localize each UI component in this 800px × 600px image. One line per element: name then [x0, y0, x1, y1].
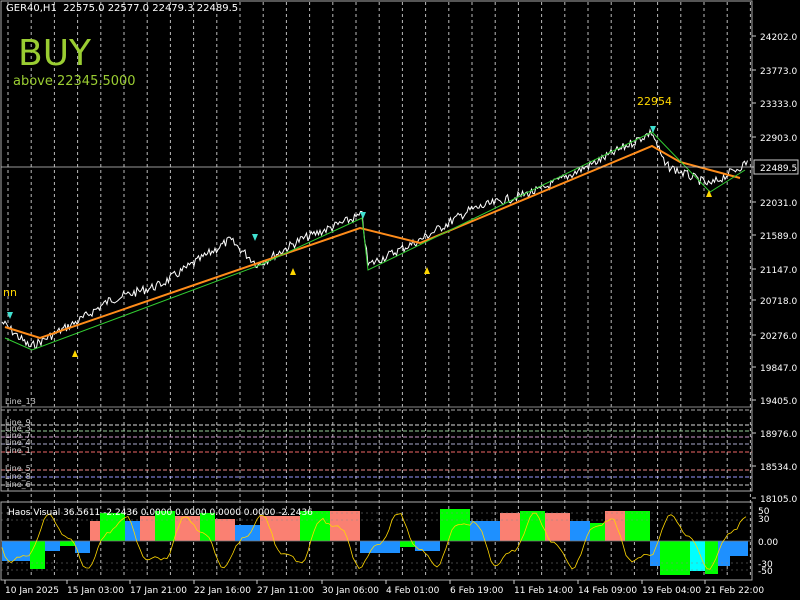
indicator-tick-label: 0.00 [758, 538, 778, 548]
histogram-block [625, 511, 650, 541]
price-tick-label: 24202.0 [760, 33, 797, 43]
indicator-axis-ticks: 50300.00-30-50 [758, 507, 778, 577]
line-label: Line_1 [5, 446, 31, 455]
price-tick-label: 20276.0 [760, 332, 797, 342]
price-tick-label: 21589.0 [760, 232, 797, 242]
histogram-block [520, 511, 545, 541]
price-tick-label: 19405.0 [760, 397, 797, 407]
time-tick-label: 14 Feb 09:00 [578, 586, 637, 596]
time-tick-label: 17 Jan 21:00 [130, 586, 187, 596]
price-line [1, 128, 748, 349]
price-tick-label: 20718.0 [760, 297, 797, 307]
indicator-tick-label: 30 [758, 515, 770, 525]
indicator-header: Haos Visual 36.5611 -2.2436 0.0000 0.000… [8, 508, 313, 518]
time-axis-ticks: 10 Jan 2025 15 Jan 03:00 17 Jan 21:00 22 Ja… [4, 580, 764, 596]
horizontal-levels [1, 409, 752, 486]
time-tick-label: 21 Feb 22:00 [705, 586, 764, 596]
histogram-block [90, 521, 100, 541]
line-label: Line_13 [5, 397, 36, 406]
indicator-histogram [1, 509, 752, 575]
time-tick-label: 4 Feb 01:00 [386, 586, 440, 596]
histogram-block [660, 541, 690, 575]
price-tick-label: 22489.5 [760, 164, 797, 174]
histogram-block [45, 541, 60, 551]
time-tick-label: 11 Feb 14:00 [514, 586, 573, 596]
signal-arrows [7, 126, 712, 357]
histogram-block [360, 541, 400, 553]
symbol-header: GER40,H1 22575.0 22577.0 22479.3 22489.5 [6, 3, 239, 14]
price-tick-label: 18976.0 [760, 430, 797, 440]
histogram-block [30, 541, 45, 569]
time-tick-label: 6 Feb 19:00 [450, 586, 504, 596]
price-tick-label: 22031.0 [760, 199, 797, 209]
price-axis-ticks: 24202.0 23773.0 23333.0 22903.0 22489.5 22031… [1, 33, 799, 505]
histogram-block [730, 541, 748, 556]
histogram-block [690, 541, 705, 571]
peak-price-label: 22954 [637, 95, 672, 108]
price-tick-label: 18105.0 [760, 495, 797, 505]
nn-label: nn [3, 286, 17, 299]
time-tick-label: 30 Jan 06:00 [322, 586, 379, 596]
trend-line [4, 144, 741, 340]
price-tick-label: 22903.0 [760, 134, 797, 144]
histogram-block [500, 513, 520, 541]
histogram-block [570, 521, 590, 541]
time-tick-label: 10 Jan 2025 [5, 586, 59, 596]
time-tick-label: 15 Jan 03:00 [67, 586, 124, 596]
histogram-block [605, 511, 625, 541]
price-tick-label: 21147.0 [760, 266, 797, 276]
line-label: Line_6 [5, 480, 31, 489]
histogram-block [718, 541, 730, 566]
down-arrow-icon [252, 234, 258, 241]
price-tick-label: 18534.0 [760, 463, 797, 473]
signal-subtitle: above 22345.5000 [13, 74, 136, 89]
histogram-block [125, 521, 140, 541]
histogram-block [215, 519, 235, 541]
time-tick-label: 27 Jan 11:00 [257, 586, 314, 596]
histogram-block [470, 521, 500, 541]
trend-polyline [4, 144, 741, 340]
histogram-block [650, 541, 660, 566]
up-arrow-icon [424, 267, 430, 274]
price-series [1, 128, 748, 349]
indicator-tick-label: -50 [758, 567, 773, 577]
price-tick-label: 19847.0 [760, 364, 797, 374]
histogram-block [235, 525, 260, 541]
down-arrow-icon [360, 212, 366, 219]
signal-title: BUY [18, 33, 92, 74]
price-tick-label: 23333.0 [760, 100, 797, 110]
histogram-block [440, 509, 470, 541]
histogram-block [545, 513, 570, 541]
time-tick-label: 22 Jan 16:00 [194, 586, 251, 596]
up-arrow-icon [290, 268, 296, 275]
price-tick-label: 23773.0 [760, 67, 797, 77]
time-tick-label: 19 Feb 04:00 [642, 586, 701, 596]
